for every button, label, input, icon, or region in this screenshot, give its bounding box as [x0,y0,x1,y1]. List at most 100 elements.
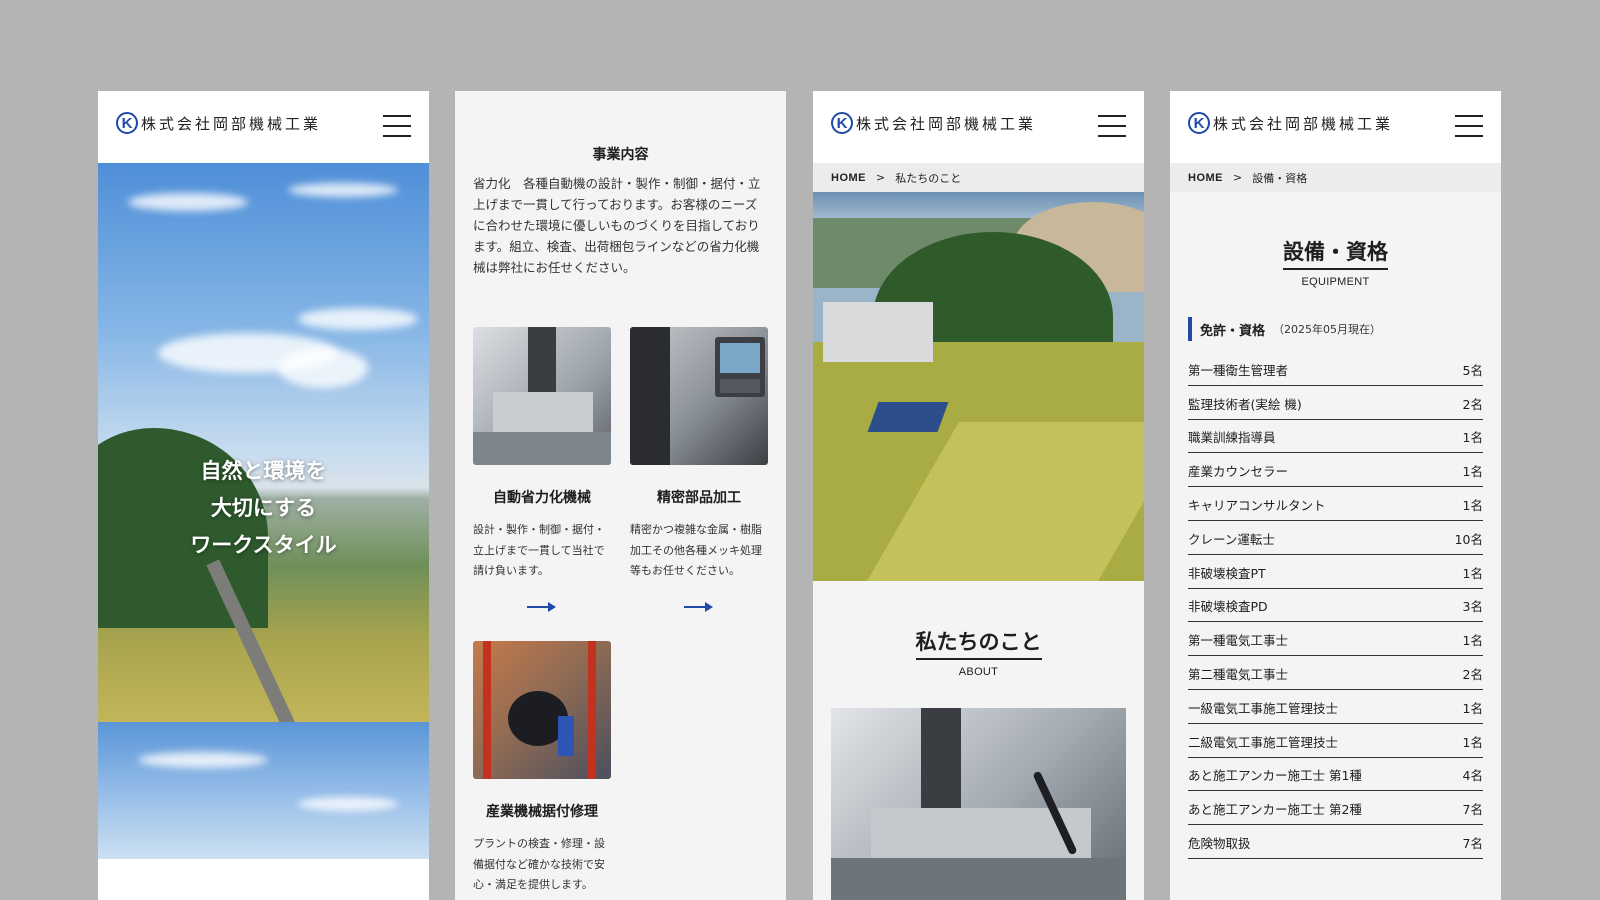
license-count: 3名 [1462,599,1483,615]
breadcrumb-home[interactable]: HOME [1188,172,1223,184]
breadcrumb-separator: > [876,171,886,184]
license-title: 免許・資格 [1200,323,1266,339]
license-row: 一級電気工事施工管理技士 1名 [1188,690,1483,724]
license-name: 産業カウンセラー [1188,464,1289,480]
company-name: 株式会社岡部機械工業 [1213,114,1394,133]
company-logo[interactable]: K 株式会社岡部機械工業 [831,112,1036,134]
license-count: 1名 [1462,498,1483,514]
license-row: あと施工アンカー施工士 第1種 4名 [1188,758,1483,792]
page-title: 私たちのこと [915,626,1042,660]
company-logo[interactable]: K 株式会社岡部機械工業 [116,112,321,134]
card-title: 産業機械据付修理 [486,804,598,820]
breadcrumb-current: 私たちのこと [895,171,962,185]
license-name: 非破壊検査PT [1188,565,1266,581]
screen-home: K 株式会社岡部機械工業 自然と環境を 大切にする ワークスタイル [98,91,429,900]
license-name: あと施工アンカー施工士 第1種 [1188,768,1362,784]
card-text: 設計・製作・制御・据付・立上げまで一貫して当社で請け負います。 [473,523,605,577]
logo-k-icon: K [831,112,853,134]
license-row: 第一種電気工事士 1名 [1188,622,1483,657]
license-section-header: 免許・資格 （2025年05月現在） [1188,317,1381,341]
breadcrumb-current: 設備・資格 [1252,171,1308,185]
license-count: 2名 [1462,396,1483,412]
license-name: 危険物取扱 [1188,836,1251,852]
license-name: 監理技術者(実絵 機) [1188,396,1302,412]
screen-about: K 株式会社岡部機械工業 HOME > 私たちのこと 私たちのこと ABOUT [813,91,1144,900]
license-row: 第一種衛生管理者 5名 [1188,352,1483,386]
card-text: 精密かつ複雑な金属・樹脂加工その他各種メッキ処理等もお任せください。 [630,523,762,577]
breadcrumb-separator: > [1233,171,1243,184]
arrow-right-icon[interactable] [473,598,611,614]
card-title: 精密部品加工 [657,490,741,506]
license-date: （2025年05月現在） [1273,323,1382,336]
service-card-installation[interactable]: 産業機械据付修理 プラントの検査・修理・設備据付など確かな技術で安心・満足を提供… [473,641,611,896]
license-name: 第一種衛生管理者 [1188,362,1289,378]
about-photo [831,708,1126,900]
license-row: 産業カウンセラー 1名 [1188,453,1483,488]
license-name: 二級電気工事施工管理技士 [1188,734,1339,750]
card-image [473,327,611,465]
license-name: 第一種電気工事士 [1188,633,1289,649]
page-subtitle: ABOUT [958,666,999,678]
license-list: 第一種衛生管理者 5名 監理技術者(実絵 機) 2名 職業訓練指導員 1名 産業カウンセラー… [1188,352,1483,859]
license-count: 1名 [1462,464,1483,480]
license-count: 4名 [1462,768,1483,784]
hero-image: 自然と環境を 大切にする ワークスタイル [98,163,429,722]
logo-k-icon: K [116,112,138,134]
company-name: 株式会社岡部機械工業 [141,114,322,133]
license-name: 職業訓練指導員 [1188,430,1276,446]
breadcrumb: HOME > 私たちのこと [813,163,1144,192]
logo-k-icon: K [1188,112,1210,134]
hamburger-menu-icon[interactable] [1455,115,1483,137]
page-title: 設備・資格 [1283,236,1388,270]
license-name: キャリアコンサルタント [1188,498,1326,514]
license-count: 5名 [1462,362,1483,378]
license-name: 第二種電気工事士 [1188,667,1289,683]
hero-title: 自然と環境を 大切にする ワークスタイル [190,459,337,557]
page-subtitle: EQUIPMENT [1301,276,1370,288]
company-logo[interactable]: K 株式会社岡部機械工業 [1188,112,1393,134]
license-count: 10名 [1454,531,1483,547]
license-row: 職業訓練指導員 1名 [1188,420,1483,454]
license-row: あと施工アンカー施工士 第2種 7名 [1188,791,1483,826]
section-text: 省力化 各種自動機の設計・製作・制御・据付・立上げまで一貫して行っております。お… [473,176,761,275]
license-row: 非破壊検査PD 3名 [1188,589,1483,623]
license-name: クレーン運転士 [1188,531,1275,547]
card-image [473,641,611,779]
breadcrumb-home[interactable]: HOME [831,172,866,184]
breadcrumb: HOME > 設備・資格 [1170,163,1501,192]
license-count: 7名 [1462,836,1483,852]
site-header: K 株式会社岡部機械工業 [1170,91,1501,163]
page-heading: 設備・資格 EQUIPMENT [1170,236,1501,288]
license-count: 7名 [1462,802,1483,818]
company-name: 株式会社岡部機械工業 [856,114,1037,133]
card-text: プラントの検査・修理・設備据付など確かな技術で安心・満足を提供します。 [473,837,605,891]
license-row: 監理技術者(実絵 機) 2名 [1188,386,1483,420]
license-name: 非破壊検査PD [1188,599,1268,615]
screen-equipment: K 株式会社岡部機械工業 HOME > 設備・資格 設備・資格 EQUIPMEN… [1170,91,1501,900]
service-card-automation[interactable]: 自動省力化機械 設計・製作・制御・据付・立上げまで一貫して当社で請け負います。 [473,327,611,614]
hero-image-secondary [98,722,429,859]
hamburger-menu-icon[interactable] [1098,115,1126,137]
hamburger-menu-icon[interactable] [383,115,411,137]
license-row: 危険物取扱 7名 [1188,825,1483,859]
site-header: K 株式会社岡部機械工業 [813,91,1144,163]
license-row: 二級電気工事施工管理技士 1名 [1188,724,1483,758]
license-row: 第二種電気工事士 2名 [1188,656,1483,690]
license-count: 1名 [1462,430,1483,446]
license-row: 非破壊検査PT 1名 [1188,555,1483,589]
screen-services: 事業内容 省力化 各種自動機の設計・製作・制御・据付・立上げまで一貫して行ってお… [455,91,786,900]
license-count: 2名 [1462,667,1483,683]
license-row: キャリアコンサルタント 1名 [1188,487,1483,521]
license-row: クレーン運転士 10名 [1188,521,1483,555]
license-name: あと施工アンカー施工士 第2種 [1188,802,1362,818]
service-card-precision[interactable]: 精密部品加工 精密かつ複雑な金属・樹脂加工その他各種メッキ処理等もお任せください… [630,327,768,614]
license-count: 1名 [1462,633,1483,649]
card-title: 自動省力化機械 [493,490,591,506]
license-name: 一級電気工事施工管理技士 [1188,700,1339,716]
card-image [630,327,768,465]
aerial-photo [813,192,1144,581]
license-count: 1名 [1462,700,1483,716]
arrow-right-icon[interactable] [630,598,768,614]
site-header: K 株式会社岡部機械工業 [98,91,429,163]
page-heading: 私たちのこと ABOUT [813,626,1144,678]
